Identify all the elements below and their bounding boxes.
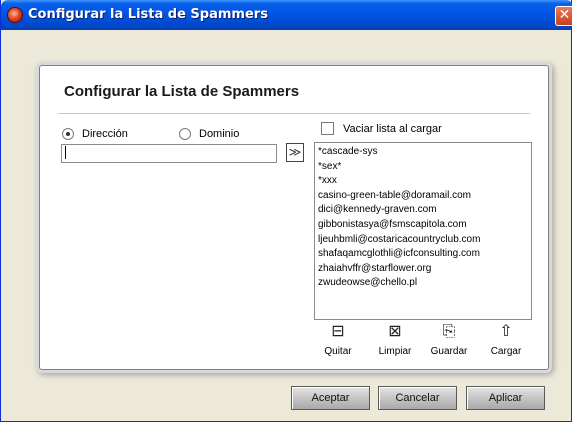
list-item[interactable]: ljeuhbmli@costaricacountryclub.com: [318, 233, 528, 248]
load-icon: ⇧: [499, 321, 513, 340]
panel-heading: Configurar la Lista de Spammers: [64, 83, 300, 100]
save-icon: ⎘: [442, 321, 456, 340]
radio-direccion-label: Dirección: [82, 128, 128, 140]
address-input[interactable]: [61, 144, 277, 163]
clear-on-load-checkbox[interactable]: Vaciar lista al cargar: [321, 122, 442, 135]
load-label: Cargar: [490, 346, 522, 357]
list-item[interactable]: gibbonistasya@fsmscapitola.com: [318, 218, 528, 233]
list-item[interactable]: zhaiahvffr@starflower.org: [318, 262, 528, 277]
clear-button[interactable]: ⊠ Limpiar: [370, 321, 420, 357]
list-item[interactable]: dici@kennedy-graven.com: [318, 203, 528, 218]
divider: [58, 113, 530, 114]
cancel-button[interactable]: Cancelar: [378, 386, 457, 410]
save-button[interactable]: ⎘ Guardar: [424, 321, 474, 357]
app-icon: [7, 7, 23, 23]
clear-label: Limpiar: [378, 346, 412, 357]
list-item[interactable]: *cascade-sys: [318, 145, 528, 160]
add-address-button[interactable]: ≫: [286, 143, 304, 162]
list-item[interactable]: *sex*: [318, 160, 528, 175]
load-button[interactable]: ⇧ Cargar: [481, 321, 531, 357]
spammer-list[interactable]: *cascade-sys *sex* *xxx casino-green-tab…: [314, 142, 532, 320]
remove-icon: ⊟: [331, 321, 345, 340]
settings-panel: Configurar la Lista de Spammers Direcció…: [39, 65, 549, 370]
radio-direccion[interactable]: Dirección: [62, 127, 128, 141]
list-item[interactable]: casino-green-table@doramail.com: [318, 189, 528, 204]
window-title: Configurar la Lista de Spammers: [28, 7, 268, 22]
radio-dominio-label: Dominio: [199, 128, 240, 140]
remove-label: Quitar: [324, 346, 352, 357]
list-item[interactable]: shafaqamcglothli@icfconsulting.com: [318, 247, 528, 262]
clear-icon: ⊠: [388, 321, 402, 340]
accept-button[interactable]: Aceptar: [291, 386, 370, 410]
radio-dominio-dot[interactable]: [179, 128, 191, 140]
title-bar[interactable]: Configurar la Lista de Spammers ✕: [1, 0, 572, 30]
list-item[interactable]: zwudeowse@chello.pl: [318, 276, 528, 291]
close-button[interactable]: ✕: [555, 6, 572, 26]
radio-direccion-dot[interactable]: [62, 128, 74, 140]
list-item[interactable]: *xxx: [318, 174, 528, 189]
apply-button[interactable]: Aplicar: [466, 386, 545, 410]
remove-button[interactable]: ⊟ Quitar: [313, 321, 363, 357]
dialog-window: Configurar la Lista de Spammers ✕ Config…: [0, 0, 572, 422]
radio-dominio[interactable]: Dominio: [179, 127, 239, 141]
clear-on-load-label: Vaciar lista al cargar: [343, 122, 442, 135]
checkbox-box[interactable]: [321, 122, 334, 135]
text-caret: [65, 146, 66, 159]
save-label: Guardar: [430, 346, 468, 357]
